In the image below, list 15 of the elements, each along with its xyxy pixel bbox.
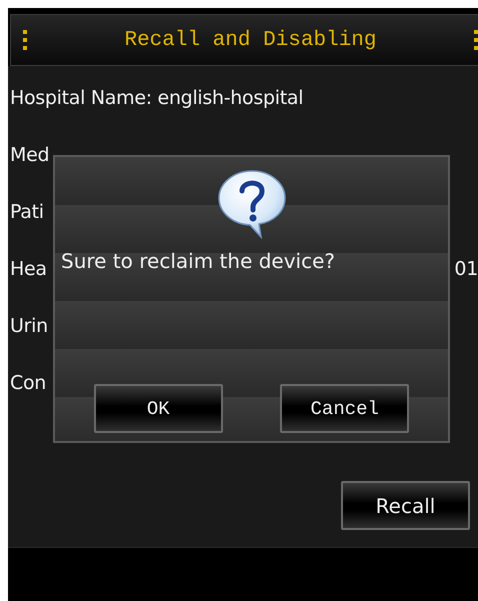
field-label: Hea bbox=[10, 258, 47, 280]
dialog-button[interactable]: Cancel bbox=[280, 384, 410, 433]
question-icon bbox=[216, 169, 286, 239]
screen-title: Recall and Disabling bbox=[124, 28, 377, 52]
field-label: Med bbox=[10, 144, 50, 166]
field-label: Con bbox=[10, 372, 46, 394]
dialog-message: Sure to reclaim the device? bbox=[61, 249, 336, 273]
dots-icon bbox=[23, 29, 27, 51]
field-label: Urin bbox=[10, 314, 48, 336]
dots-icon bbox=[474, 29, 478, 51]
recall-button[interactable]: Recall bbox=[341, 481, 470, 530]
field-label: Pati bbox=[10, 200, 44, 222]
field-label: Hospital Name: english-hospital bbox=[10, 86, 304, 108]
field-value: 01 bbox=[454, 258, 478, 280]
dialog-button[interactable]: OK bbox=[94, 384, 223, 433]
